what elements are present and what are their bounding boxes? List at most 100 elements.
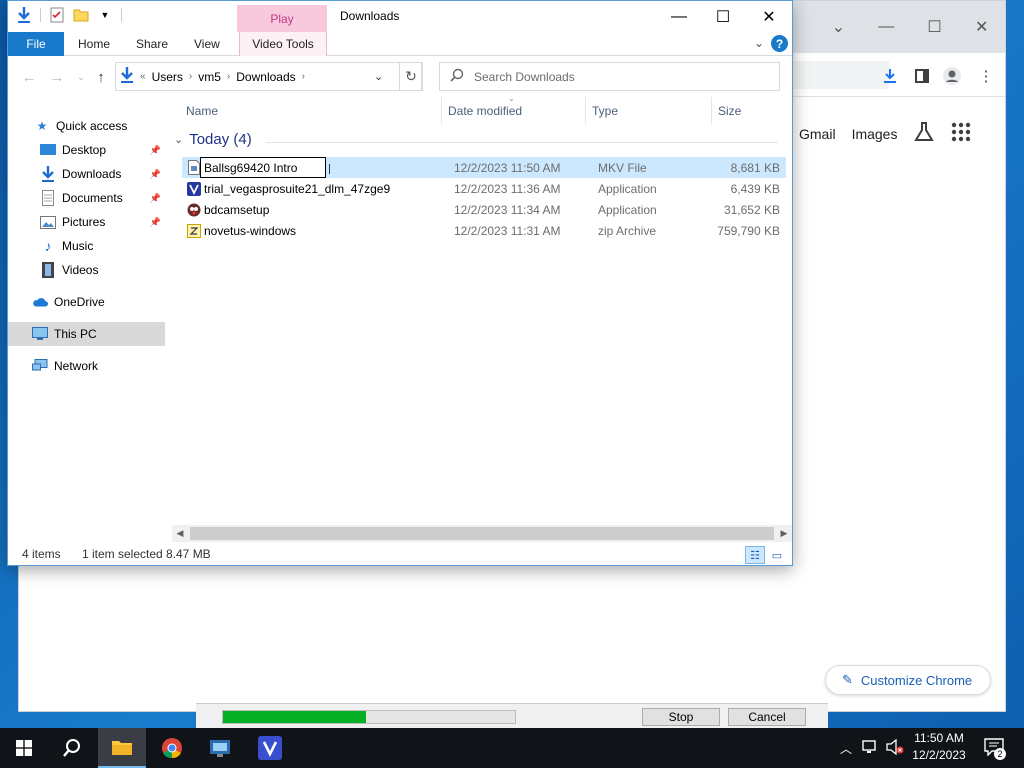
pin-icon: 📌 (149, 168, 161, 179)
nav-videos[interactable]: Videos (8, 258, 165, 282)
file-row[interactable]: Ballsg69420 Intro 12/2/2023 11:50 AM MKV… (182, 157, 786, 178)
tab-file[interactable]: File (8, 32, 64, 56)
breadcrumb-separator-icon[interactable]: › (227, 71, 230, 82)
breadcrumb-overflow[interactable]: « (140, 71, 146, 82)
nav-music[interactable]: ♪ Music (8, 234, 165, 258)
pencil-icon: ✎ (842, 672, 853, 687)
scroll-left-arrow-icon[interactable]: ◀ (174, 527, 186, 540)
chrome-omnibox[interactable] (779, 61, 889, 89)
file-row[interactable]: novetus-windows 12/2/2023 11:31 AM zip A… (182, 220, 786, 241)
download-arrow-icon (16, 7, 32, 23)
qat-customize-dropdown-icon[interactable]: ▼ (97, 7, 113, 23)
kebab-menu-icon[interactable]: ⋮ (975, 65, 997, 87)
stop-button[interactable]: Stop (642, 708, 720, 726)
nav-documents[interactable]: Documents 📌 (8, 186, 165, 210)
maximize-icon[interactable]: ☐ (927, 17, 941, 37)
file-list-pane: Name Date modified ⌄ Type Size ⌄ Today (… (172, 94, 788, 540)
minimize-button[interactable]: — (656, 1, 702, 32)
minimize-icon[interactable]: — (878, 18, 894, 36)
download-icon[interactable] (879, 65, 901, 87)
clock-date: 12/2/2023 (912, 748, 966, 762)
file-name: novetus-windows (204, 223, 297, 238)
search-icon[interactable] (48, 728, 96, 768)
group-header-today[interactable]: ⌄ Today (4) (174, 131, 252, 148)
tab-share[interactable]: Share (126, 32, 178, 56)
rename-input[interactable]: Ballsg69420 Intro (200, 157, 330, 178)
column-header-size[interactable]: Size (712, 97, 788, 124)
horizontal-scroll-thumb[interactable] (190, 527, 774, 540)
taskbar: ︿ 11:50 AM 12/2/2023 2 (0, 728, 1024, 768)
column-header-type[interactable]: Type (586, 97, 712, 124)
network-status-icon[interactable] (862, 739, 880, 758)
close-button[interactable]: ✕ (746, 1, 792, 32)
chrome-taskbar-icon[interactable] (148, 728, 196, 768)
maximize-button[interactable]: ☐ (700, 1, 746, 32)
group-collapse-chevron-icon[interactable]: ⌄ (174, 133, 183, 146)
forward-arrow-icon[interactable]: → (46, 67, 68, 87)
contextual-tab-group-play: Play (237, 5, 327, 32)
file-row[interactable]: trial_vegasprosuite21_dlm_47zge9 12/2/20… (182, 178, 786, 199)
side-panel-icon[interactable] (911, 65, 933, 87)
nav-pictures[interactable]: Pictures 📌 (8, 210, 165, 234)
download-progress-dialog: Stop Cancel (196, 703, 828, 729)
breadcrumb-vm5[interactable]: vm5 (198, 70, 221, 84)
volume-muted-icon[interactable] (886, 738, 904, 758)
horizontal-scrollbar[interactable]: ◀ ▶ (172, 525, 792, 542)
tab-home[interactable]: Home (68, 32, 120, 56)
help-icon[interactable]: ? (771, 35, 788, 52)
up-arrow-icon[interactable]: ↑ (90, 67, 112, 87)
search-downloads-field[interactable]: Search Downloads (439, 62, 780, 91)
tab-video-tools[interactable]: Video Tools (239, 32, 327, 56)
close-icon[interactable]: ✕ (975, 17, 988, 37)
back-arrow-icon[interactable]: ← (18, 67, 40, 87)
images-link[interactable]: Images (852, 126, 898, 142)
nav-label: This PC (54, 327, 97, 341)
customize-chrome-button[interactable]: ✎ Customize Chrome (825, 665, 991, 695)
file-explorer-window: ▼ Play Downloads — ☐ ✕ File Home Share V… (7, 0, 793, 566)
show-hidden-icons-chevron-icon[interactable]: ︿ (840, 740, 852, 757)
nav-quick-access[interactable]: ★ Quick access (8, 114, 165, 138)
breadcrumb-separator-icon[interactable]: › (302, 71, 305, 82)
recent-locations-chevron-icon[interactable]: ⌄ (70, 67, 92, 87)
vegas-taskbar-icon[interactable] (246, 728, 294, 768)
apps-grid-icon[interactable] (951, 122, 971, 145)
download-folder-icon (120, 67, 134, 86)
details-view-icon[interactable]: ☷ (745, 546, 765, 564)
breadcrumb-users[interactable]: Users (152, 70, 183, 84)
gmail-link[interactable]: Gmail (799, 126, 836, 142)
nav-downloads[interactable]: Downloads 📌 (8, 162, 165, 186)
bandicam-taskbar-icon[interactable] (196, 728, 244, 768)
nav-this-pc[interactable]: This PC (8, 322, 165, 346)
customize-chrome-label: Customize Chrome (860, 672, 973, 688)
breadcrumb-downloads[interactable]: Downloads (236, 70, 295, 84)
address-dropdown-chevron-icon[interactable]: ⌄ (374, 70, 383, 83)
picture-icon (40, 214, 56, 230)
column-header-name[interactable]: Name (180, 97, 442, 124)
start-windows-icon[interactable] (0, 728, 48, 768)
labs-flask-icon[interactable] (913, 121, 935, 146)
breadcrumb-separator-icon[interactable]: › (189, 71, 192, 82)
navigation-pane: ★ Quick access Desktop 📌 Downloads 📌 Doc… (8, 97, 165, 540)
explorer-titlebar: ▼ Play Downloads — ☐ ✕ (8, 1, 792, 32)
nav-network[interactable]: Network (8, 354, 165, 378)
nav-onedrive[interactable]: OneDrive (8, 290, 165, 314)
expand-ribbon-chevron-icon[interactable]: ⌄ (754, 36, 764, 50)
scroll-right-arrow-icon[interactable]: ▶ (778, 527, 790, 540)
file-explorer-taskbar-icon[interactable] (98, 728, 146, 768)
tab-view[interactable]: View (184, 32, 230, 56)
profile-avatar-icon[interactable] (941, 65, 963, 87)
large-icons-view-icon[interactable]: ▭ (767, 546, 787, 564)
status-bar: 4 items 1 item selected 8.47 MB ☷ ▭ (8, 543, 792, 565)
cancel-button[interactable]: Cancel (728, 708, 806, 726)
refresh-icon[interactable]: ↻ (399, 62, 423, 91)
music-note-icon: ♪ (44, 238, 52, 254)
nav-desktop[interactable]: Desktop 📌 (8, 138, 165, 162)
taskbar-clock[interactable]: 11:50 AM 12/2/2023 (908, 730, 970, 766)
column-header-date-modified[interactable]: Date modified ⌄ (442, 94, 586, 124)
address-breadcrumb[interactable]: « Users › vm5 › Downloads › ⌄ (115, 62, 422, 91)
new-folder-icon[interactable] (73, 7, 89, 23)
file-row[interactable]: bdcamsetup 12/2/2023 11:34 AM Applicatio… (182, 199, 786, 220)
pin-icon: 📌 (149, 192, 161, 203)
properties-icon[interactable] (49, 7, 65, 23)
chevron-down-icon[interactable]: ⌄ (832, 17, 845, 37)
